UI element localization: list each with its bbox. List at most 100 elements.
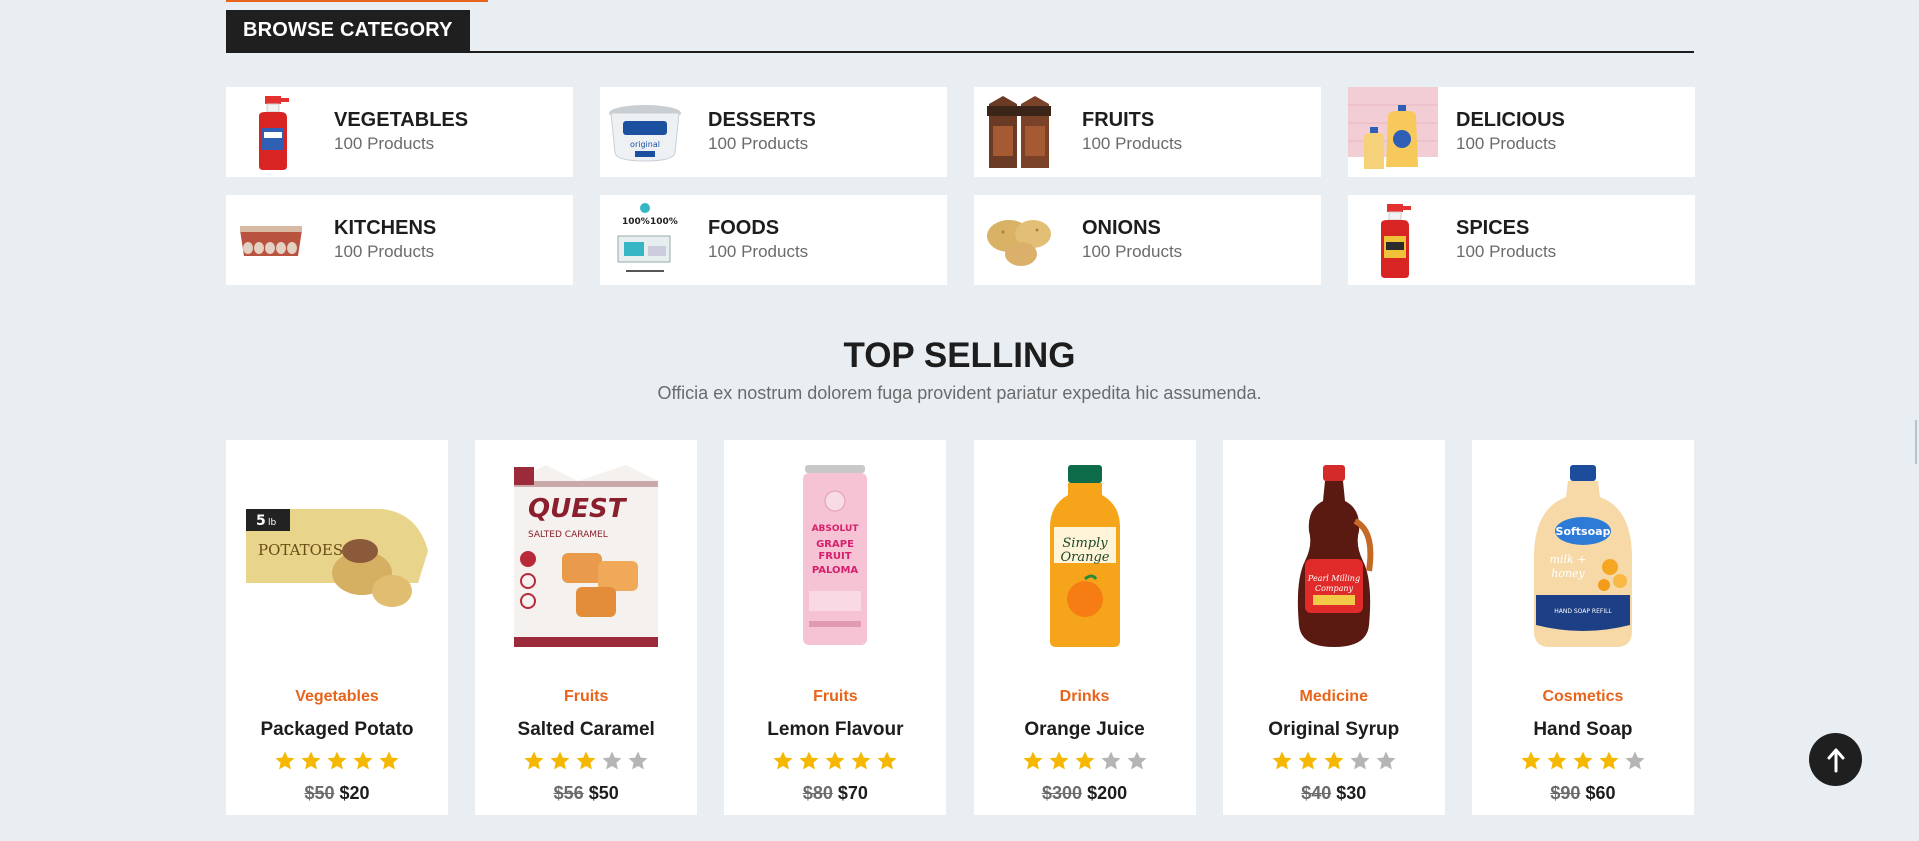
star-filled-icon [1023,751,1043,770]
rating-stars [1472,750,1694,774]
svg-text:ABSOLUT: ABSOLUT [812,524,860,534]
browse-category-header: BROWSE CATEGORY [226,10,1694,53]
old-price: $50 [304,783,335,803]
category-count: 100 Products [1082,134,1183,153]
product-category: Drinks [1059,688,1110,705]
drink-can-icon: ABSOLUT GRAPE FRUIT PALOMA [724,456,946,656]
star-filled-icon [379,751,399,770]
category-card-kitchens[interactable]: KITCHENS 100 Products [226,195,573,285]
top-selling-title: TOP SELLING [843,336,1076,375]
star-filled-icon [576,751,596,770]
browse-category-title: BROWSE CATEGORY [226,10,470,51]
category-card-spices[interactable]: SPICES 100 Products [1348,195,1695,285]
star-filled-icon [799,751,819,770]
product-name: Hand Soap [1533,719,1633,740]
product-name: Salted Caramel [517,719,655,740]
category-card-fruits[interactable]: FRUITS 100 Products [974,87,1321,177]
star-empty-icon [1350,751,1370,770]
product-card[interactable]: Pearl Milling Company Medicine Original … [1222,440,1445,815]
product-card[interactable]: Softsoap milk + honey HAND SOAP REFILL C… [1471,440,1694,815]
category-card-delicious[interactable]: DELICIOUS 100 Products [1348,87,1695,177]
svg-text:100%: 100% [650,217,678,227]
category-name: FRUITS [1082,109,1155,131]
soap-refill-bottle-icon: Softsoap milk + honey HAND SOAP REFILL [1472,456,1694,656]
star-empty-icon [1625,751,1645,770]
old-price: $90 [1550,783,1581,803]
top-selling-subtitle: Officia ex nostrum dolorem fuga providen… [657,383,1262,403]
product-card[interactable]: ABSOLUT GRAPE FRUIT PALOMA Fruits Lemon … [724,440,947,815]
svg-text:SALTED CARAMEL: SALTED CARAMEL [528,530,608,540]
current-price: $50 [588,783,619,803]
product-name: Orange Juice [1024,719,1145,740]
category-count: 100 Products [1456,242,1557,261]
product-grid: 5 lb POTATOES Vegetables Packaged Potato… [226,440,1694,815]
category-count: 100 Products [334,134,435,153]
rating-stars [724,750,946,774]
product-card[interactable]: Simply Orange Drinks Orange Juice $300 $2… [973,440,1196,815]
category-count: 100 Products [1456,134,1557,153]
star-filled-icon [1599,751,1619,770]
egg-tray-icon [226,195,316,285]
category-name: FOODS [708,217,780,239]
product-category: Vegetables [295,688,379,705]
old-price: $80 [802,783,833,803]
svg-text:lb: lb [268,518,277,528]
product-category: Cosmetics [1542,688,1624,705]
soap-bottles-icon [1348,87,1438,177]
category-card-onions[interactable]: ONIONS 100 Products [974,195,1321,285]
star-filled-icon [1573,751,1593,770]
star-filled-icon [825,751,845,770]
product-category: Fruits [813,688,858,705]
product-card[interactable]: QUEST SALTED CARAMEL Fruits Salted Caram… [475,440,698,815]
product-price: $90 $60 [1472,782,1694,804]
svg-text:Orange: Orange [1060,550,1109,565]
star-filled-icon [524,751,544,770]
svg-text:100%: 100% [622,217,650,227]
scrollbar-thumb[interactable] [1915,420,1917,464]
category-name: ONIONS [1082,217,1161,239]
rating-stars [226,750,448,774]
spray-bottle-icon [226,87,316,177]
category-count: 100 Products [708,242,809,261]
product-category: Medicine [1299,688,1368,705]
svg-text:QUEST: QUEST [528,494,628,524]
star-empty-icon [1376,751,1396,770]
category-grid: VEGETABLES 100 Products original DESSERT… [226,87,1695,285]
potato-bag-icon: 5 lb POTATOES [226,456,448,656]
star-filled-icon [1075,751,1095,770]
syrup-bottle-icon: Pearl Milling Company [1223,456,1445,656]
svg-text:5: 5 [256,513,266,529]
potatoes-icon [974,195,1064,285]
product-name: Lemon Flavour [767,719,904,740]
product-price: $300 $200 [974,782,1196,804]
star-filled-icon [877,751,897,770]
category-count: 100 Products [708,134,809,153]
star-filled-icon [1049,751,1069,770]
category-name: VEGETABLES [334,109,469,131]
arrow-up-icon [1827,748,1844,772]
rating-stars [475,750,697,774]
product-price: $56 $50 [475,782,697,804]
category-card-vegetables[interactable]: VEGETABLES 100 Products [226,87,573,177]
juice-bottle-icon: Simply Orange [974,456,1196,656]
star-filled-icon [773,751,793,770]
star-empty-icon [1127,751,1147,770]
old-price: $56 [553,783,584,803]
product-card[interactable]: 5 lb POTATOES Vegetables Packaged Potato… [226,440,448,815]
category-count: 100 Products [334,242,435,261]
star-filled-icon [1272,751,1292,770]
star-filled-icon [1547,751,1567,770]
category-count: 100 Products [1082,242,1183,261]
star-filled-icon [550,751,570,770]
svg-text:GRAPE: GRAPE [816,539,854,550]
svg-text:milk +: milk + [1550,553,1587,566]
supplement-box-icon: 100% 100% [600,195,690,285]
current-price: $200 [1087,783,1128,803]
product-name: Packaged Potato [260,719,414,740]
category-card-foods[interactable]: 100% 100% FOODS 100 Products [600,195,947,285]
back-to-top-button[interactable] [1809,733,1862,786]
star-empty-icon [628,751,648,770]
category-card-desserts[interactable]: original DESSERTS 100 Products [600,87,947,177]
category-name: DELICIOUS [1456,109,1565,131]
svg-text:PALOMA: PALOMA [812,565,859,576]
